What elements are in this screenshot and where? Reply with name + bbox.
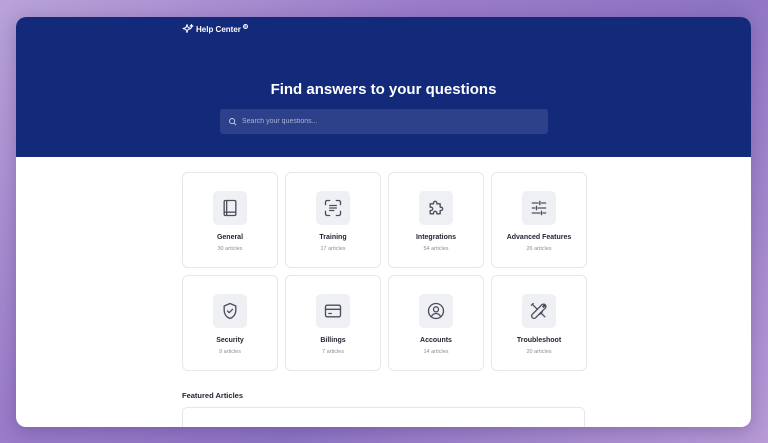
featured-articles-list[interactable] [182, 407, 585, 427]
category-card-training[interactable]: Training 17 articles [285, 172, 381, 268]
scan-text-icon [324, 199, 342, 217]
shield-check-icon [223, 302, 237, 320]
category-title: Accounts [420, 337, 452, 344]
search-bar[interactable] [220, 109, 548, 134]
category-count: 54 articles [423, 246, 449, 252]
category-icon-box [522, 191, 556, 225]
sliders-icon [531, 200, 547, 216]
category-count: 7 articles [321, 349, 344, 355]
category-card-integrations[interactable]: Integrations 54 articles [388, 172, 484, 268]
puzzle-icon [429, 200, 444, 215]
category-grid: General 30 articles Training 17 articles… [182, 172, 587, 371]
category-icon-box [522, 294, 556, 328]
category-icon-box [213, 191, 247, 225]
tools-icon [530, 302, 547, 319]
category-count: 20 articles [526, 349, 552, 355]
book-icon [223, 199, 237, 217]
category-card-general[interactable]: General 30 articles [182, 172, 278, 268]
category-count: 26 articles [526, 246, 552, 252]
category-title: Integrations [415, 234, 457, 241]
category-count: 9 articles [218, 349, 241, 355]
category-title: General [216, 234, 244, 241]
category-count: 30 articles [217, 246, 243, 252]
brand-logo[interactable]: Help Center ® [182, 23, 248, 35]
brand-name: Help Center [196, 24, 241, 34]
category-card-billings[interactable]: Billings 7 articles [285, 275, 381, 371]
sparkles-icon [182, 24, 194, 33]
category-card-troubleshoot[interactable]: Troubleshoot 20 articles [491, 275, 587, 371]
category-title: Security [216, 337, 244, 344]
category-count: 14 articles [423, 349, 449, 355]
category-card-security[interactable]: Security 9 articles [182, 275, 278, 371]
category-icon-box [213, 294, 247, 328]
category-icon-box [419, 294, 453, 328]
user-circle-icon [427, 302, 445, 320]
search-icon [229, 118, 237, 126]
category-icon-box [316, 191, 350, 225]
brand-badge: ® [242, 23, 248, 29]
category-card-advanced-features[interactable]: Advanced Features 26 articles [491, 172, 587, 268]
category-title: Advanced Features [506, 234, 572, 241]
category-card-accounts[interactable]: Accounts 14 articles [388, 275, 484, 371]
search-input[interactable] [242, 118, 532, 125]
help-center-window: Help Center ® Find answers to your quest… [16, 17, 751, 427]
category-title: Training [319, 234, 347, 241]
credit-card-icon [324, 304, 342, 318]
category-icon-box [316, 294, 350, 328]
hero-banner: Help Center ® Find answers to your quest… [16, 17, 751, 157]
category-icon-box [419, 191, 453, 225]
featured-articles-heading: Featured Articles [182, 391, 243, 400]
page-title: Find answers to your questions [270, 81, 497, 98]
category-count: 17 articles [320, 246, 346, 252]
category-title: Billings [320, 337, 346, 344]
category-title: Troubleshoot [516, 337, 562, 344]
